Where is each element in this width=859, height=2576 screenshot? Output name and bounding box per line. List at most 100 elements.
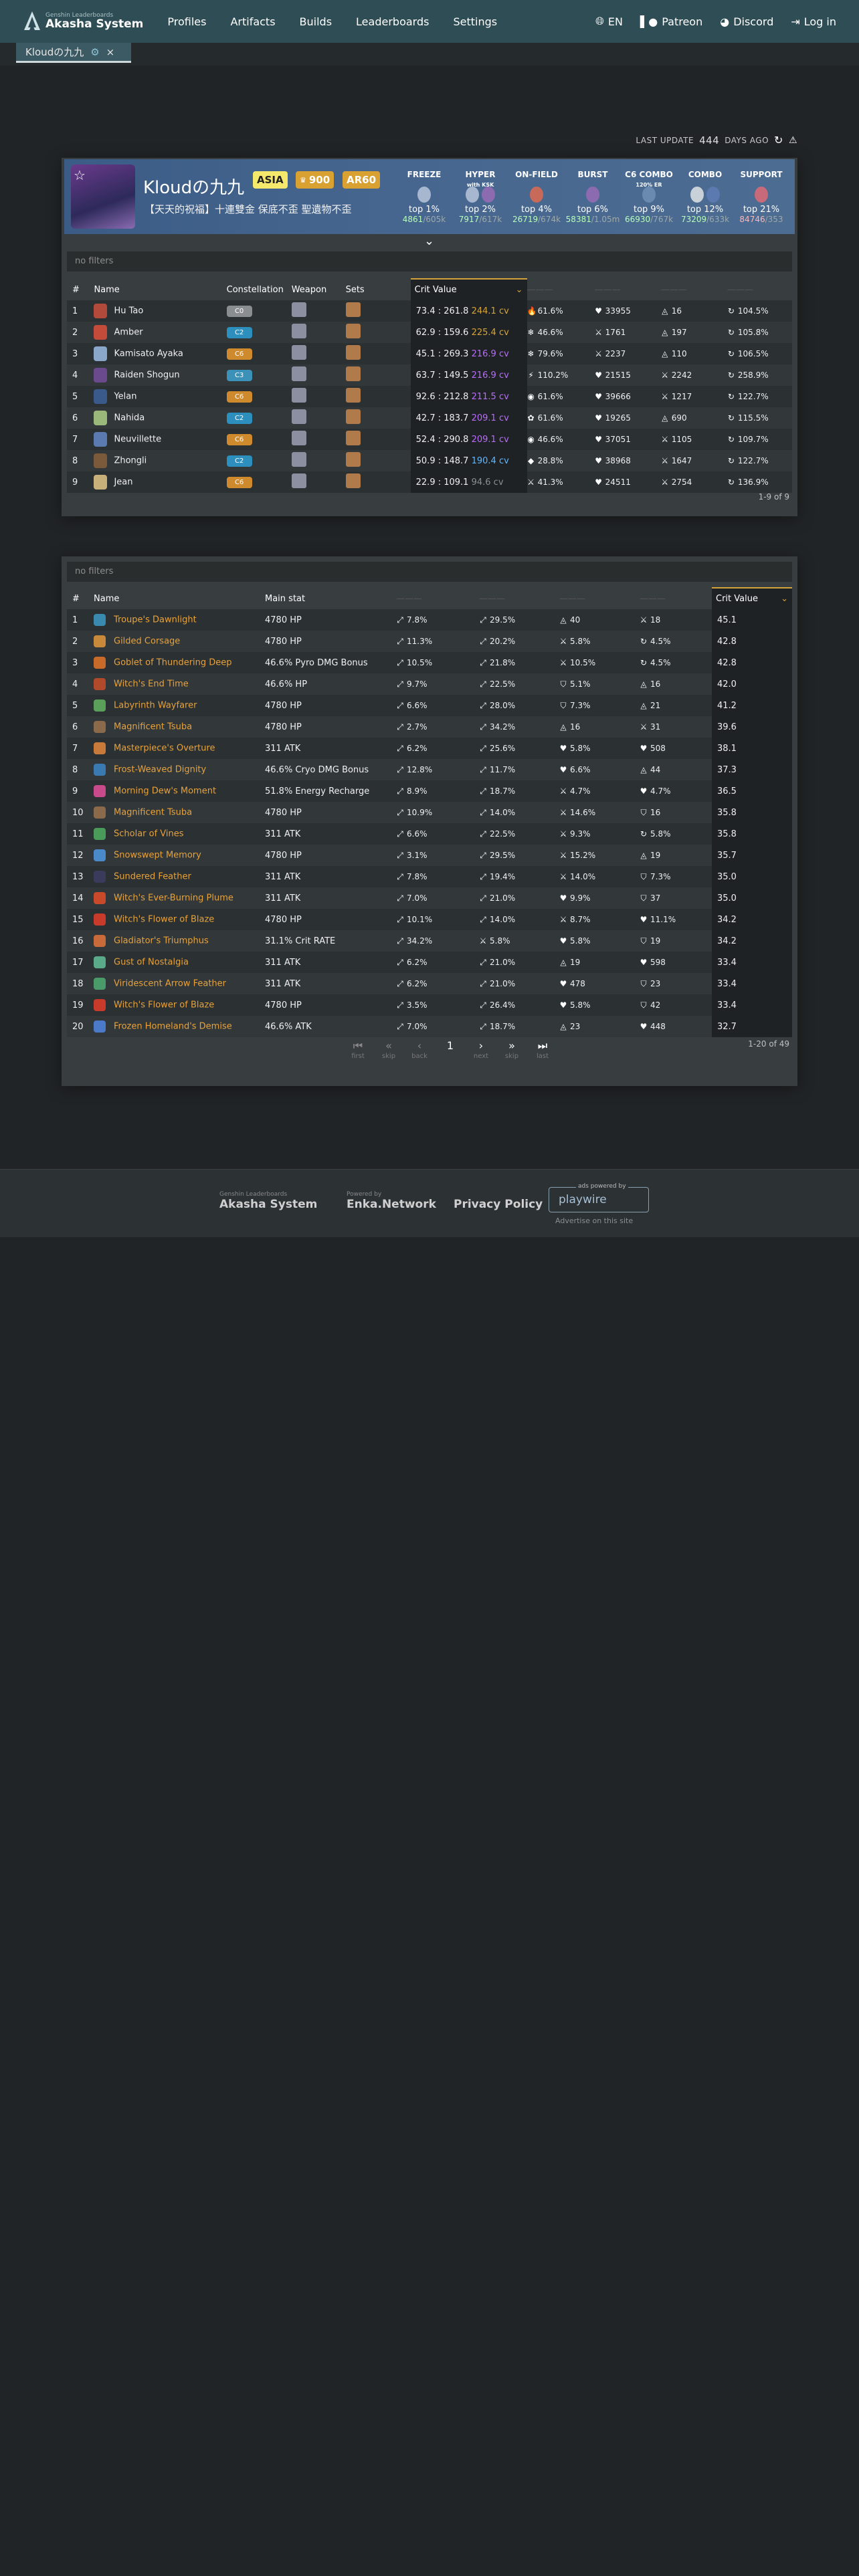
- artifact-cell[interactable]: Magnificent Tsuba: [94, 802, 265, 823]
- weapon-cell[interactable]: [291, 322, 346, 343]
- col-constellation[interactable]: Constellation: [227, 279, 292, 300]
- sets-cell[interactable]: [345, 386, 411, 407]
- artifact-cell[interactable]: Frost-Weaved Dignity: [94, 759, 265, 780]
- weapon-cell[interactable]: [291, 429, 346, 450]
- col-rank[interactable]: #: [67, 588, 94, 609]
- artifact-cell[interactable]: Witch's Flower of Blaze: [94, 994, 265, 1016]
- build-row[interactable]: 2 Amber C2 62.9 : 159.6 225.4 cv ❄ 46.6% ⚔ 1761…: [67, 322, 792, 343]
- build-row[interactable]: 4 Raiden Shogun C3 63.7 : 149.5 216.9 cv ⚡ 11…: [67, 364, 792, 386]
- artifact-cell[interactable]: Goblet of Thundering Deep: [94, 652, 265, 673]
- artifact-row[interactable]: 2 Gilded Corsage 4780 HP ⤢ 11.3% ⤢ 20.2% ⚔ 5.8% ↻…: [67, 631, 792, 652]
- sets-cell[interactable]: [345, 322, 411, 343]
- lb-c6-combo[interactable]: C6 COMBO 120% ER top 9% 66930/767k: [621, 159, 677, 234]
- build-row[interactable]: 9 Jean C6 22.9 : 109.1 94.6 cv ⚔ 41.3% ♥ 24511 ⚔…: [67, 471, 792, 493]
- advertise-link[interactable]: Advertise on this site: [555, 1216, 633, 1225]
- builds-filter[interactable]: no filters: [67, 251, 792, 272]
- artifact-row[interactable]: 12 Snowswept Memory 4780 HP ⤢ 3.1% ⤢ 29.5% ⚔ 15.…: [67, 845, 792, 866]
- lb-burst[interactable]: BURST top 6% 58381/1.05m: [565, 159, 621, 234]
- warning-icon[interactable]: ⚠: [789, 135, 797, 146]
- lb-support[interactable]: SUPPORT top 21% 84746/353: [733, 159, 789, 234]
- artifact-cell[interactable]: Witch's Ever-Burning Plume: [94, 887, 265, 909]
- artifact-cell[interactable]: Labyrinth Wayfarer: [94, 695, 265, 716]
- build-row[interactable]: 3 Kamisato Ayaka C6 45.1 : 269.3 216.9 cv ❄ 7…: [67, 343, 792, 364]
- weapon-cell[interactable]: [291, 364, 346, 386]
- artifact-cell[interactable]: Witch's End Time: [94, 673, 265, 695]
- artifact-row[interactable]: 15 Witch's Flower of Blaze 4780 HP ⤢ 10.1% ⤢ 1…: [67, 909, 792, 930]
- build-row[interactable]: 6 Nahida C2 42.7 : 183.7 209.1 cv ✿ 61.6% ♥ 192…: [67, 407, 792, 429]
- artifact-cell[interactable]: Gilded Corsage: [94, 631, 265, 652]
- weapon-cell[interactable]: [291, 343, 346, 364]
- artifact-row[interactable]: 16 Gladiator's Triumphus 31.1% Crit RATE ⤢ 3…: [67, 930, 792, 952]
- artifact-row[interactable]: 10 Magnificent Tsuba 4780 HP ⤢ 10.9% ⤢ 14.0% ⚔ 1…: [67, 802, 792, 823]
- sets-cell[interactable]: [345, 429, 411, 450]
- col-stat-3[interactable]: ———: [661, 279, 727, 300]
- col-name[interactable]: Name: [94, 588, 265, 609]
- artifact-row[interactable]: 3 Goblet of Thundering Deep 46.6% Pyro DMG…: [67, 652, 792, 673]
- artifact-row[interactable]: 19 Witch's Flower of Blaze 4780 HP ⤢ 3.5% ⤢ 26…: [67, 994, 792, 1016]
- col-name[interactable]: Name: [94, 279, 226, 300]
- artifact-cell[interactable]: Gust of Nostalgia: [94, 952, 265, 973]
- nav-settings[interactable]: Settings: [453, 15, 497, 28]
- nav-profiles[interactable]: Profiles: [167, 15, 206, 28]
- artifact-cell[interactable]: Troupe's Dawnlight: [94, 609, 265, 631]
- col-rank[interactable]: #: [67, 279, 94, 300]
- nav-builds[interactable]: Builds: [300, 15, 332, 28]
- col-stat-2[interactable]: ———: [595, 279, 661, 300]
- character-cell[interactable]: Nahida: [94, 407, 226, 429]
- artifact-row[interactable]: 5 Labyrinth Wayfarer 4780 HP ⤢ 6.6% ⤢ 28.0% ⛉ 7.…: [67, 695, 792, 716]
- discord-link[interactable]: ◕ Discord: [720, 15, 773, 28]
- artifact-row[interactable]: 20 Frozen Homeland's Demise 46.6% ATK ⤢ 7.0%…: [67, 1016, 792, 1037]
- artifact-cell[interactable]: Snowswept Memory: [94, 845, 265, 866]
- tab-profile[interactable]: Kloudの九九 ⚙ ×: [16, 43, 131, 63]
- character-cell[interactable]: Yelan: [94, 386, 226, 407]
- artifact-row[interactable]: 4 Witch's End Time 46.6% HP ⤢ 9.7% ⤢ 22.5% ⛉ 5.1…: [67, 673, 792, 695]
- skip-back-button[interactable]: «skip: [380, 1039, 397, 1060]
- build-row[interactable]: 5 Yelan C6 92.6 : 212.8 211.5 cv ◉ 61.6% ♥ 3966…: [67, 386, 792, 407]
- lb-hyper[interactable]: HYPER with KSK top 2% 7917/617k: [452, 159, 508, 234]
- character-cell[interactable]: Amber: [94, 322, 226, 343]
- sets-cell[interactable]: [345, 364, 411, 386]
- artifact-row[interactable]: 17 Gust of Nostalgia 311 ATK ⤢ 6.2% ⤢ 21.0% ◬ 19…: [67, 952, 792, 973]
- sets-cell[interactable]: [345, 450, 411, 471]
- build-row[interactable]: 1 Hu Tao C0 73.4 : 261.8 244.1 cv 🔥61.6% ♥ 339…: [67, 300, 792, 322]
- artifact-row[interactable]: 1 Troupe's Dawnlight 4780 HP ⤢ 7.8% ⤢ 29.5% ◬ 40…: [67, 609, 792, 631]
- artifact-cell[interactable]: Magnificent Tsuba: [94, 716, 265, 738]
- character-cell[interactable]: Jean: [94, 471, 226, 493]
- artifact-row[interactable]: 9 Morning Dew's Moment 51.8% Energy Rechar…: [67, 780, 792, 802]
- weapon-cell[interactable]: [291, 471, 346, 493]
- last-page-button[interactable]: ⏭ last: [534, 1039, 551, 1060]
- artifact-cell[interactable]: Gladiator's Triumphus: [94, 930, 265, 952]
- character-cell[interactable]: Neuvillette: [94, 429, 226, 450]
- artifact-cell[interactable]: Frozen Homeland's Demise: [94, 1016, 265, 1037]
- tab-settings-icon[interactable]: ⚙: [90, 46, 99, 58]
- footer-akasha-logo[interactable]: Genshin Leaderboards Akasha System: [219, 1191, 317, 1211]
- artifact-cell[interactable]: Morning Dew's Moment: [94, 780, 265, 802]
- col-sub-4[interactable]: ———: [640, 588, 712, 609]
- weapon-cell[interactable]: [291, 450, 346, 471]
- artifact-row[interactable]: 14 Witch's Ever-Burning Plume 311 ATK ⤢ 7.0%…: [67, 887, 792, 909]
- artifact-row[interactable]: 11 Scholar of Vines 311 ATK ⤢ 6.6% ⤢ 22.5% ⚔ 9.3…: [67, 823, 792, 845]
- footer-enka-logo[interactable]: Powered by Enka.Network: [347, 1191, 436, 1211]
- artifact-row[interactable]: 7 Masterpiece's Overture 311 ATK ⤢ 6.2% ⤢ 25.6…: [67, 738, 792, 759]
- character-cell[interactable]: Raiden Shogun: [94, 364, 226, 386]
- first-page-button[interactable]: ⏮ first: [349, 1039, 367, 1060]
- login-button[interactable]: ⇥ Log in: [791, 15, 836, 28]
- artifact-row[interactable]: 13 Sundered Feather 311 ATK ⤢ 7.8% ⤢ 19.4% ⚔ 14.…: [67, 866, 792, 887]
- refresh-icon[interactable]: ↻: [774, 134, 783, 146]
- nav-artifacts[interactable]: Artifacts: [230, 15, 275, 28]
- next-button[interactable]: › next: [472, 1039, 490, 1060]
- sets-cell[interactable]: [345, 300, 411, 322]
- site-logo[interactable]: Genshin Leaderboards Akasha System: [23, 10, 143, 33]
- playwire-ad-badge[interactable]: ads powered by playwire: [549, 1183, 649, 1212]
- sets-cell[interactable]: [345, 471, 411, 493]
- col-crit-value[interactable]: Crit Value ⌄: [410, 278, 527, 300]
- artifact-cell[interactable]: Viridescent Arrow Feather: [94, 973, 265, 994]
- patreon-link[interactable]: ▌● Patreon: [640, 15, 702, 28]
- col-stat-4[interactable]: ———: [727, 279, 792, 300]
- artifact-cell[interactable]: Scholar of Vines: [94, 823, 265, 845]
- sets-cell[interactable]: [345, 343, 411, 364]
- character-cell[interactable]: Hu Tao: [94, 300, 226, 322]
- lb-freeze[interactable]: FREEZE top 1% 4861/605k: [396, 159, 452, 234]
- build-row[interactable]: 7 Neuvillette C6 52.4 : 290.8 209.1 cv ◉ 46.6…: [67, 429, 792, 450]
- nav-leaderboards[interactable]: Leaderboards: [356, 15, 429, 28]
